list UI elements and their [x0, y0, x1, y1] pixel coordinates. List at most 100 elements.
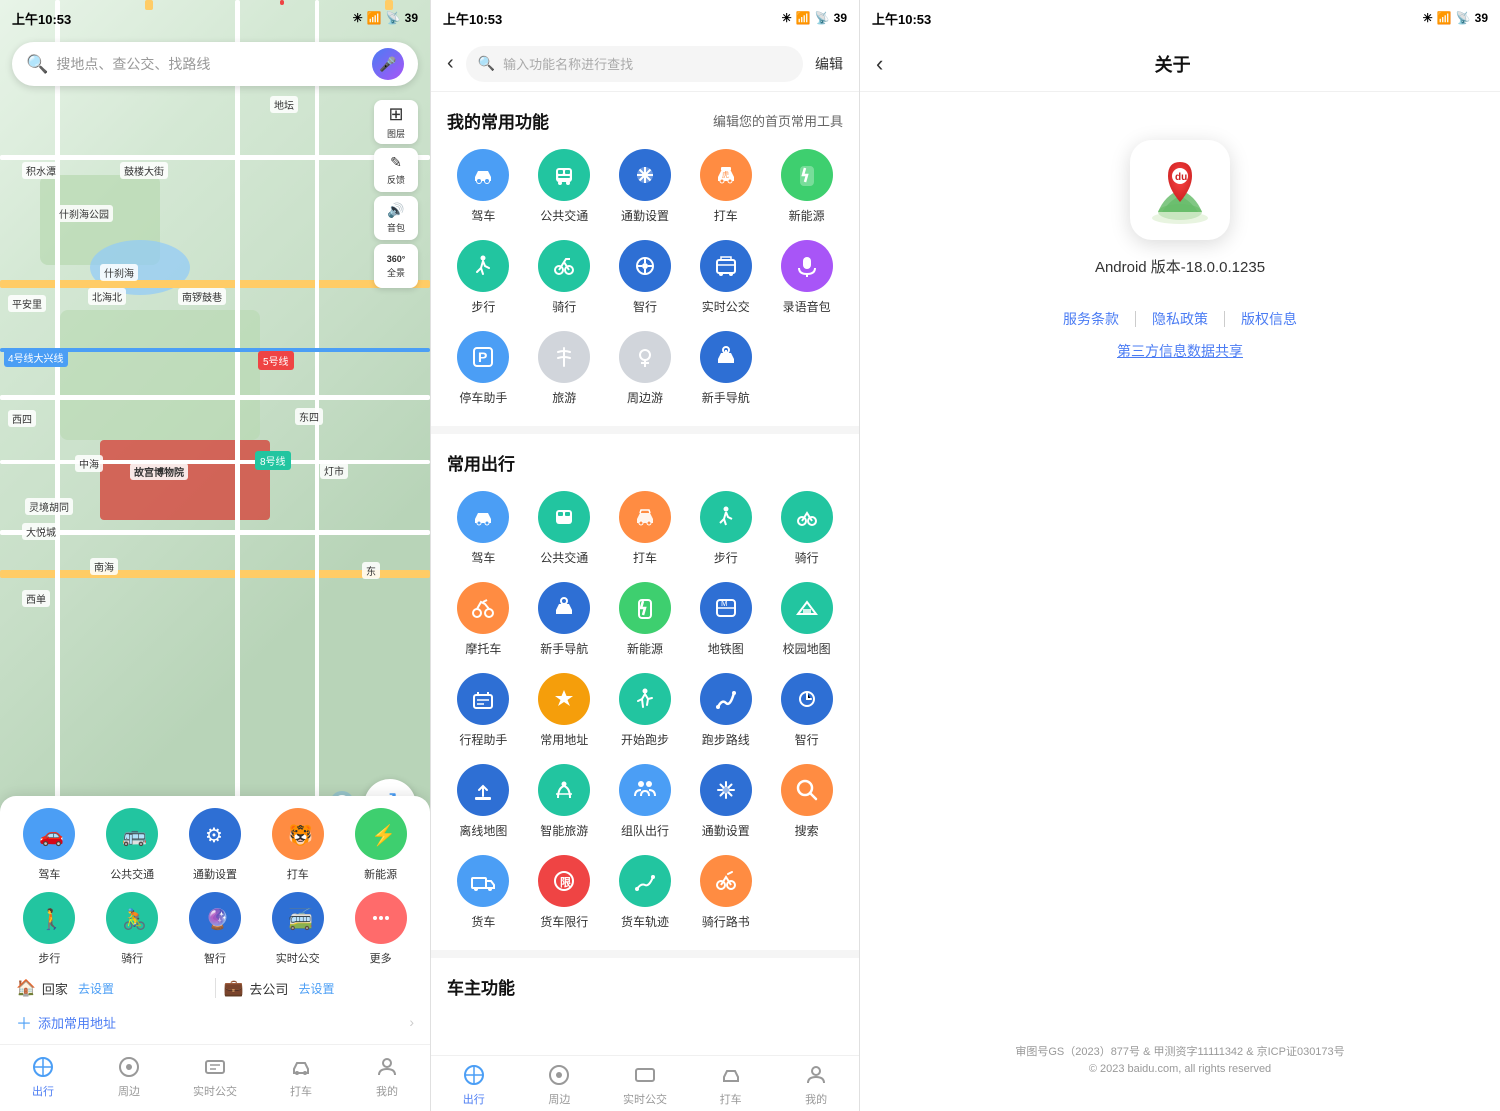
func-parking[interactable]: P 停车助手	[447, 331, 520, 406]
common-travel-title: 常用出行	[447, 450, 515, 475]
func-bike[interactable]: 骑行	[528, 240, 601, 315]
func-smart[interactable]: 智行	[609, 240, 682, 315]
ct-bike-route[interactable]: 骑行路书	[689, 855, 762, 930]
ct-taxi[interactable]: 打车	[609, 491, 682, 566]
ct-drive[interactable]: 驾车	[447, 491, 520, 566]
ct-bike[interactable]: 骑行	[770, 491, 843, 566]
back-button-middle[interactable]: ‹	[447, 52, 454, 75]
func-bike-label: 骑行	[552, 298, 576, 315]
func-commute[interactable]: 通勤设置	[609, 149, 682, 224]
tab-nearby-middle[interactable]: 周边	[529, 1061, 589, 1107]
add-location-arrow: ›	[409, 1014, 414, 1030]
ct-truck-trace-icon	[619, 855, 671, 907]
tab-explore-left[interactable]: 出行	[13, 1053, 73, 1099]
ct-trip[interactable]: 行程助手	[447, 673, 520, 748]
ct-moto-label: 摩托车	[465, 640, 501, 657]
edit-button[interactable]: 编辑	[815, 54, 843, 74]
ct-run-label: 开始跑步	[621, 731, 669, 748]
voice-search-button[interactable]: 🎤	[372, 48, 404, 80]
quick-taxi[interactable]: 🐯 打车	[272, 808, 324, 882]
search-bar[interactable]: 🔍 搜地点、查公交、找路线 🎤	[12, 42, 418, 86]
ct-offline[interactable]: 离线地图	[447, 764, 520, 839]
func-realtime-bus[interactable]: 实时公交	[689, 240, 762, 315]
svg-text:🚗: 🚗	[39, 825, 63, 847]
ct-run-route-icon	[700, 673, 752, 725]
quick-walk[interactable]: 🚶 步行	[23, 892, 75, 966]
smart-icon-wrap: 🔮	[189, 892, 241, 944]
func-drive[interactable]: 驾车	[447, 149, 520, 224]
func-transit[interactable]: 公共交通	[528, 149, 601, 224]
ct-smart[interactable]: 智行	[770, 673, 843, 748]
function-search-placeholder: 输入功能名称进行查找	[503, 54, 633, 73]
ct-search[interactable]: 搜索	[770, 764, 843, 839]
voice-pack-button[interactable]: 🔊 音包	[374, 196, 418, 240]
tab-mine-left[interactable]: 我的	[357, 1053, 417, 1099]
bottom-tabs-middle: 出行 周边 实时公交 打车 我的	[431, 1055, 859, 1111]
home-action[interactable]: 去设置	[78, 980, 114, 997]
ct-fav[interactable]: 常用地址	[528, 673, 601, 748]
add-location[interactable]: ＋ 添加常用地址 ›	[0, 1004, 430, 1044]
ct-newbie[interactable]: 新手导航	[528, 582, 601, 657]
layers-button[interactable]: ⊞ 图层	[374, 100, 418, 144]
copyright-link[interactable]: 版权信息	[1241, 309, 1297, 329]
quick-icons-row2: 🚶 步行 🚴 骑行 🔮 智行 🚎 实时公交	[0, 888, 430, 972]
func-newbie[interactable]: 新手导航	[689, 331, 762, 406]
about-link-row: 服务条款 隐私政策 版权信息	[884, 309, 1476, 329]
quick-realtime-bus[interactable]: 🚎 实时公交	[272, 892, 324, 966]
tab-mine-middle[interactable]: 我的	[786, 1061, 846, 1107]
my-tools-action[interactable]: 编辑您的首页常用工具	[713, 111, 843, 130]
service-terms-link[interactable]: 服务条款	[1063, 309, 1119, 329]
tab-nearby-left[interactable]: 周边	[99, 1053, 159, 1099]
tab-hail-middle[interactable]: 打车	[701, 1061, 761, 1107]
ct-energy[interactable]: 新能源	[609, 582, 682, 657]
ct-truck-trace[interactable]: 货车轨迹	[609, 855, 682, 930]
func-voice-pkg[interactable]: 录语音包	[770, 240, 843, 315]
ct-campus[interactable]: 校园地图	[770, 582, 843, 657]
tab-hail-left[interactable]: 打车	[271, 1053, 331, 1099]
func-tour[interactable]: 旅游	[528, 331, 601, 406]
back-button-right[interactable]: ‹	[876, 51, 883, 77]
ct-run-route[interactable]: 跑步路线	[689, 673, 762, 748]
map-label-shichai: 什刹海	[100, 264, 138, 281]
ct-moto[interactable]: 摩托车	[447, 582, 520, 657]
bt-icon-r: ✳	[1423, 11, 1433, 25]
ct-smart-tour[interactable]: 智能旅游	[528, 764, 601, 839]
quick-commute[interactable]: ⚙ 通勤设置	[189, 808, 241, 882]
work-label: 去公司	[249, 979, 288, 998]
functions-scroll[interactable]: 我的常用功能 编辑您的首页常用工具 驾车 公共交通	[431, 92, 859, 1091]
ct-run[interactable]: 开始跑步	[609, 673, 682, 748]
quick-smart[interactable]: 🔮 智行	[189, 892, 241, 966]
quick-transit[interactable]: 🚌 公共交通	[106, 808, 158, 882]
ct-drive-icon	[457, 491, 509, 543]
func-taxi[interactable]: 虎 打车	[689, 149, 762, 224]
privacy-policy-link[interactable]: 隐私政策	[1152, 309, 1208, 329]
ct-newbie-icon	[538, 582, 590, 634]
tab-realtime-left[interactable]: 实时公交	[185, 1053, 245, 1099]
ct-commute-set[interactable]: 通勤设置	[689, 764, 762, 839]
ct-metro[interactable]: M 地铁图	[689, 582, 762, 657]
tab-realtime-middle[interactable]: 实时公交	[615, 1061, 675, 1107]
ct-truck-limit[interactable]: 限 货车限行	[528, 855, 601, 930]
feedback-button[interactable]: ✎ 反馈	[374, 148, 418, 192]
ct-walk[interactable]: 步行	[689, 491, 762, 566]
quick-drive[interactable]: 🚗 驾车	[23, 808, 75, 882]
work-action[interactable]: 去设置	[298, 980, 334, 997]
svg-text:虎: 虎	[722, 170, 729, 179]
work-location[interactable]: 💼 去公司 去设置	[224, 978, 415, 998]
panorama-button[interactable]: 360° 全景	[374, 244, 418, 288]
quick-more[interactable]: 更多	[355, 892, 407, 966]
ct-truck[interactable]: 货车	[447, 855, 520, 930]
func-energy[interactable]: 新能源	[770, 149, 843, 224]
tab-explore-middle[interactable]: 出行	[444, 1061, 504, 1107]
ct-transit[interactable]: 公共交通	[528, 491, 601, 566]
func-smart-icon	[619, 240, 671, 292]
func-nearby-tour[interactable]: 周边游	[609, 331, 682, 406]
quick-bike[interactable]: 🚴 骑行	[106, 892, 158, 966]
ct-group[interactable]: 组队出行	[609, 764, 682, 839]
func-walk[interactable]: 步行	[447, 240, 520, 315]
function-search-bar[interactable]: 🔍 输入功能名称进行查找	[466, 46, 803, 82]
home-location[interactable]: 🏠 回家 去设置	[16, 978, 207, 998]
third-party-link[interactable]: 第三方信息数据共享	[1117, 343, 1243, 359]
quick-energy[interactable]: ⚡ 新能源	[355, 808, 407, 882]
status-bar-right: 上午10:53 ✳ 📶 📡 39	[860, 0, 1500, 36]
